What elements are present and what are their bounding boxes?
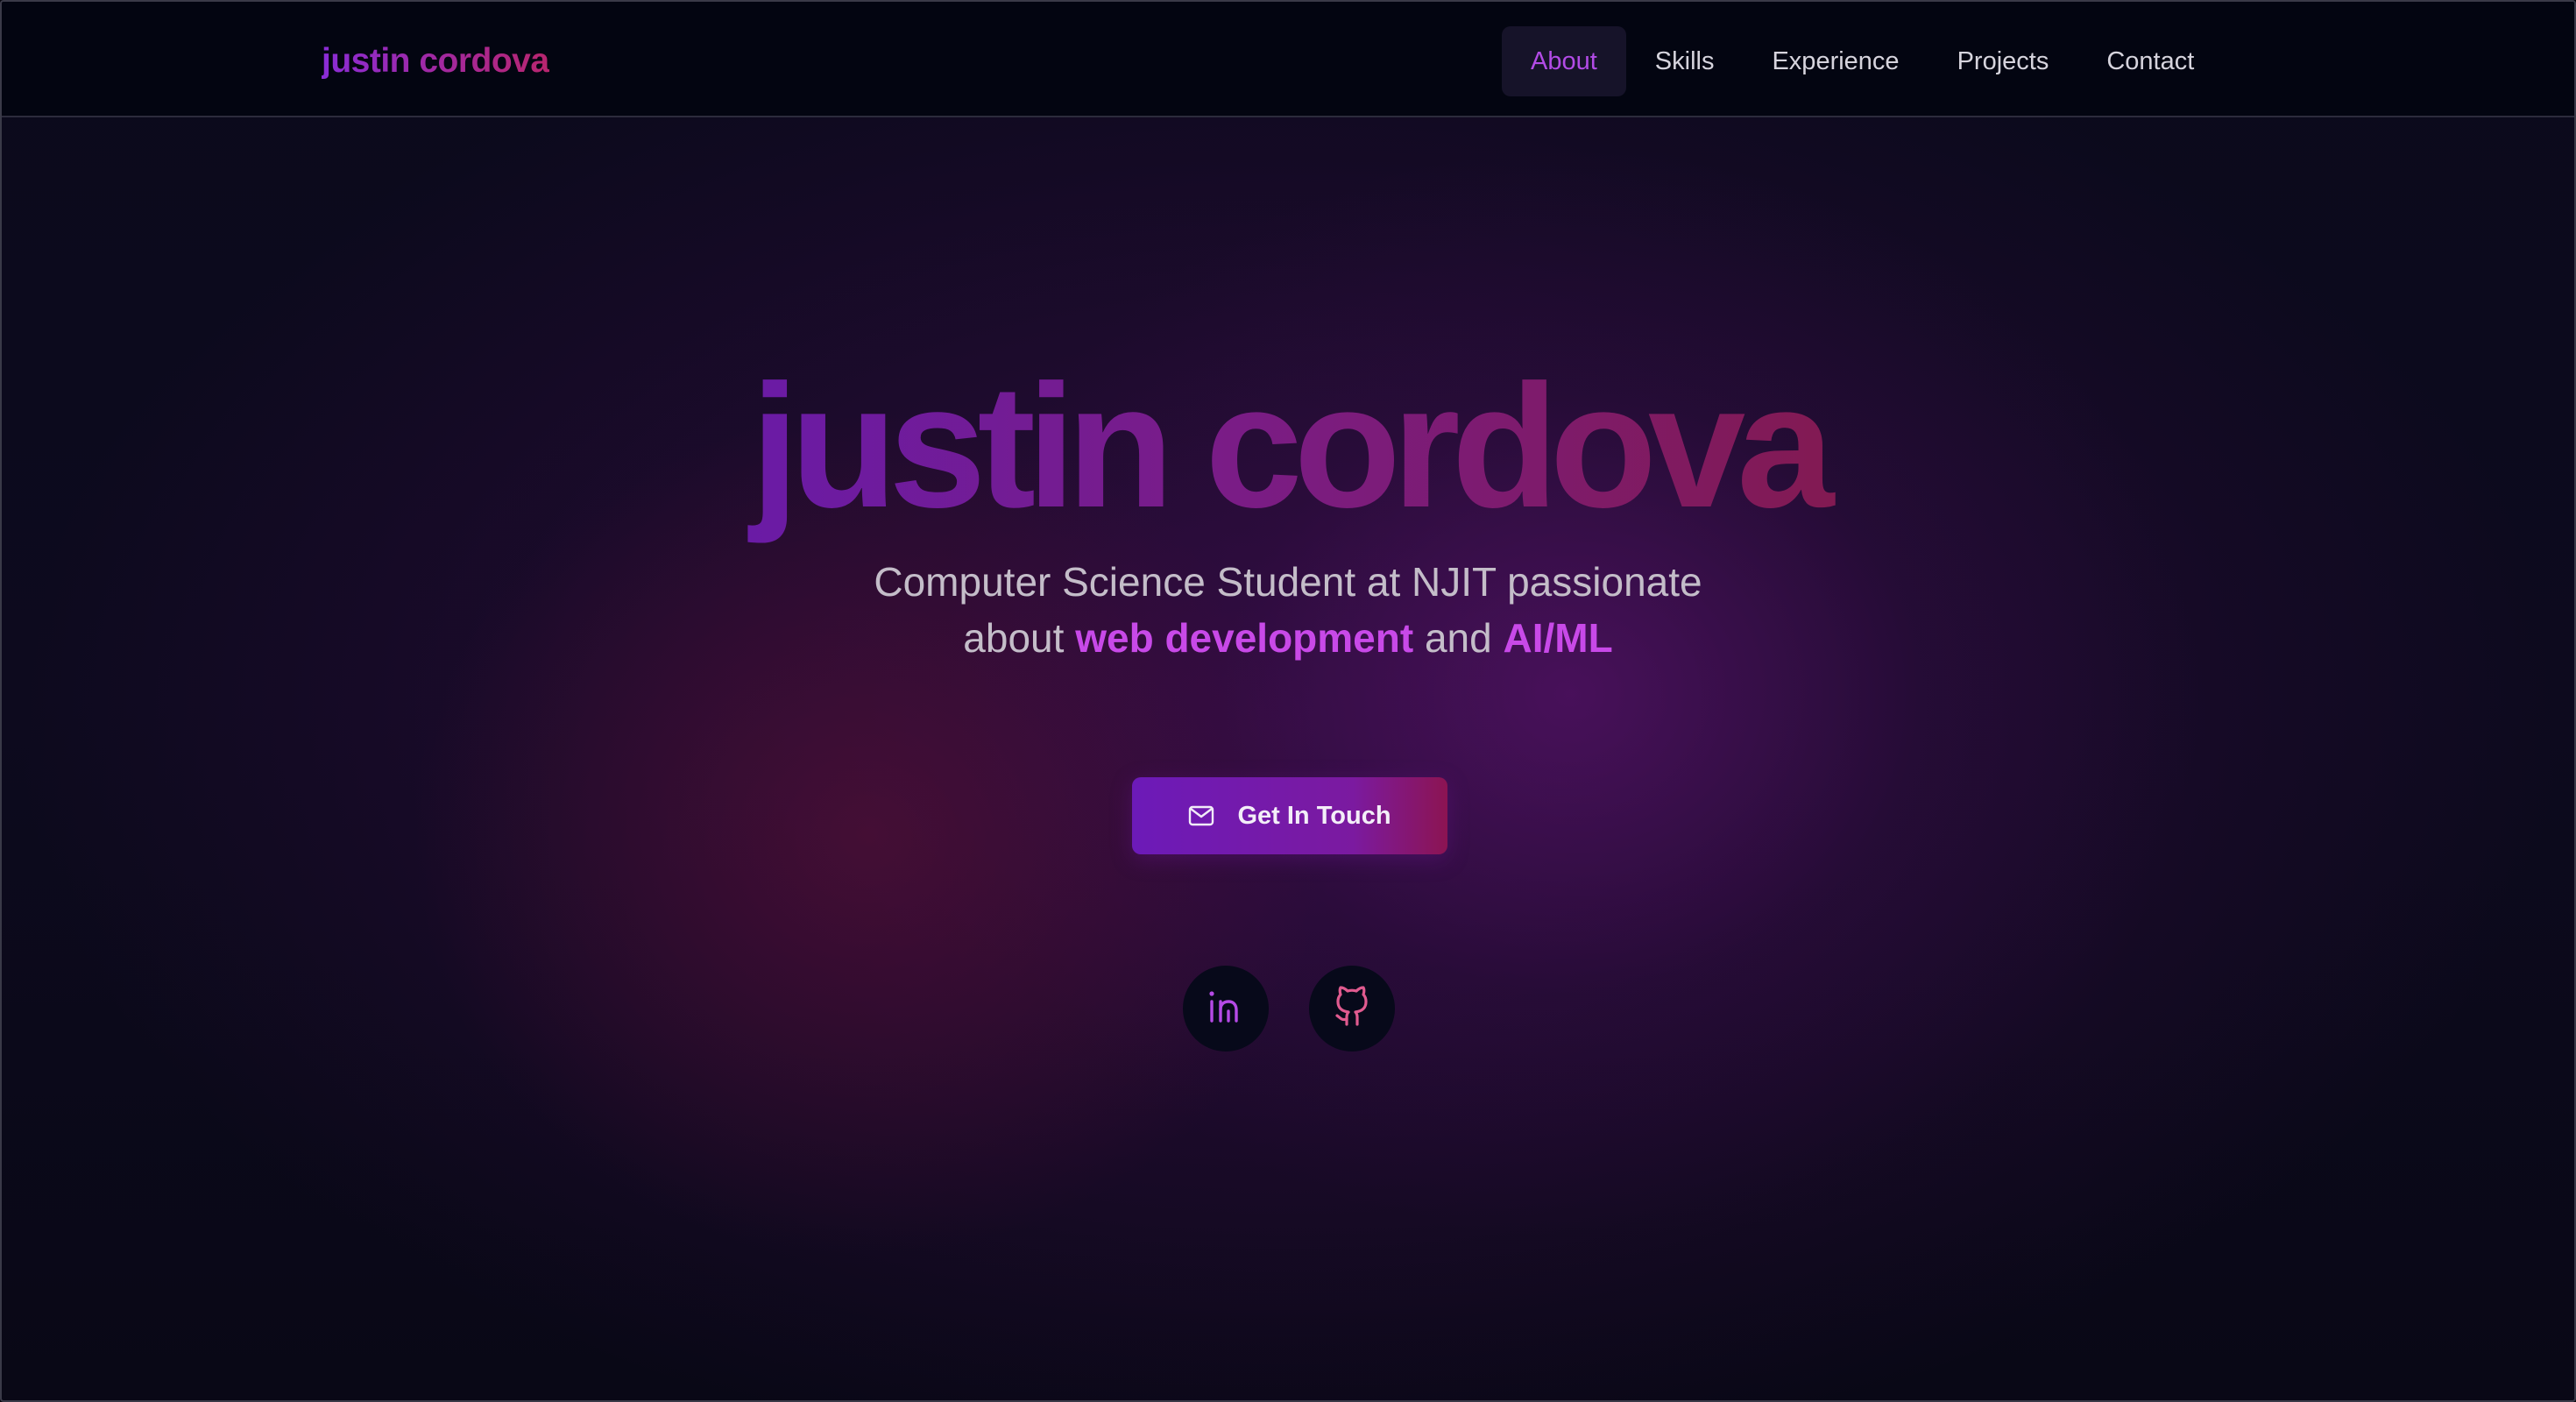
nav-link-about[interactable]: About: [1502, 26, 1626, 96]
nav-link-projects[interactable]: Projects: [1928, 26, 2078, 96]
github-icon: [1333, 985, 1371, 1032]
brand-logo[interactable]: justin cordova: [322, 37, 549, 86]
linkedin-icon: [1205, 986, 1247, 1032]
top-navbar: justin cordova About Skills Experience P…: [2, 2, 2574, 117]
get-in-touch-button[interactable]: Get In Touch: [1132, 777, 1447, 854]
github-button[interactable]: [1309, 966, 1395, 1052]
hero-highlight-web-dev: web development: [1075, 615, 1414, 661]
hero-subtitle-and: and: [1413, 615, 1504, 661]
nav-link-contact[interactable]: Contact: [2077, 26, 2223, 96]
hero-subtitle: Computer Science Student at NJIT passion…: [2, 554, 2574, 666]
hero-title-text: justin cordova: [740, 349, 1836, 544]
portfolio-page: justin cordova About Skills Experience P…: [0, 0, 2576, 1402]
nav-link-experience[interactable]: Experience: [1743, 26, 1928, 96]
hero-highlight-ai-ml: AI/ML: [1503, 615, 1613, 661]
hero-subtitle-line1: Computer Science Student at NJIT passion…: [874, 559, 1702, 605]
linkedin-button[interactable]: [1183, 966, 1269, 1052]
nav-link-skills[interactable]: Skills: [1626, 26, 1744, 96]
get-in-touch-label: Get In Touch: [1237, 801, 1391, 830]
hero-subtitle-about: about: [963, 615, 1076, 661]
nav-links: About Skills Experience Projects Contact: [1502, 26, 2223, 96]
hero-title: justin cordova: [2, 350, 2574, 543]
mail-icon: [1188, 805, 1214, 826]
